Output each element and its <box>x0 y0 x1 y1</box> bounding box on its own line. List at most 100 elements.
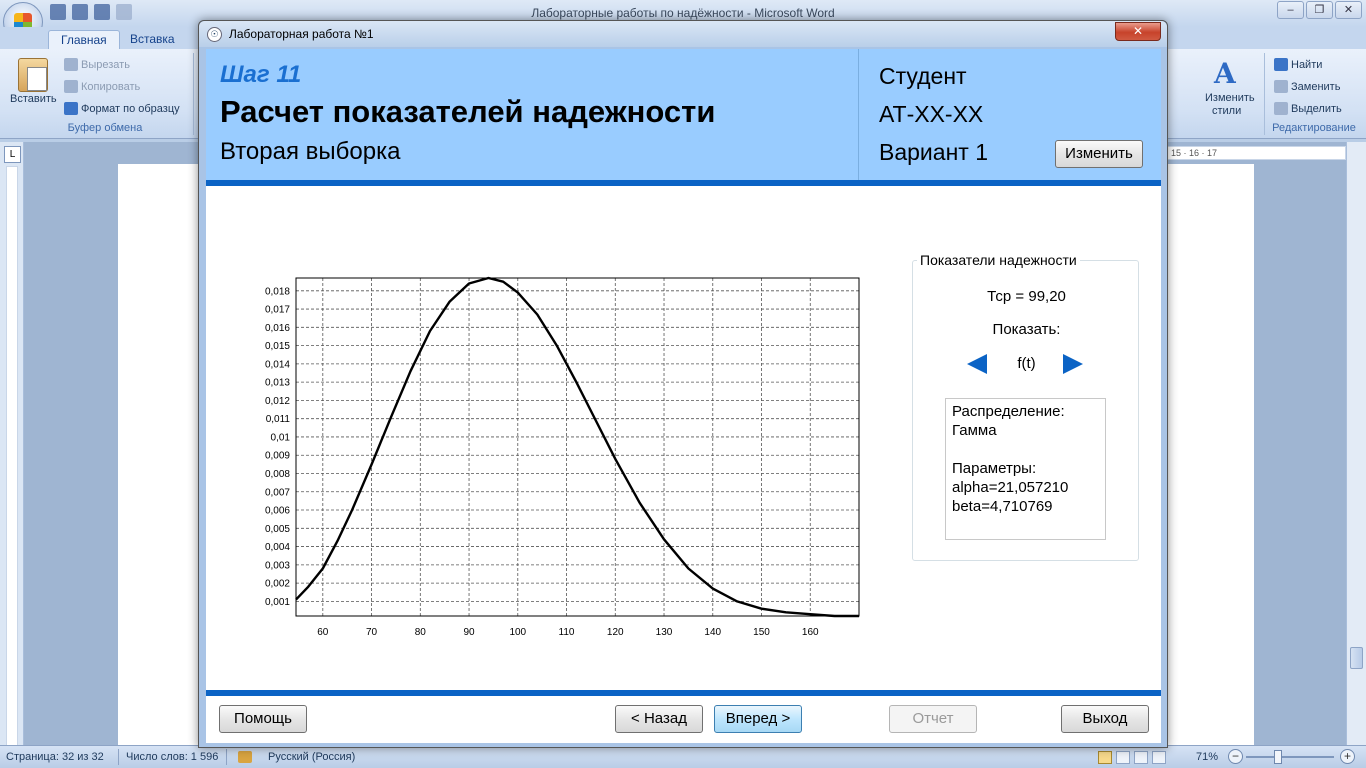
y-tick-label: 0,002 <box>265 579 290 590</box>
find-button[interactable]: Найти <box>1274 58 1322 71</box>
status-page[interactable]: Страница: 32 из 32 <box>6 751 104 763</box>
reliability-panel: Показатели надежности Тср = 99,20 Показа… <box>912 252 1139 561</box>
change-button[interactable]: Изменить <box>1055 140 1143 168</box>
ribbon-separator <box>193 53 194 135</box>
density-chart: 60 70 80 90 100 110 120 130 140 150 160 0,001 0,002 0… <box>265 276 860 638</box>
zoom-slider-thumb[interactable] <box>1274 750 1282 764</box>
x-tick-label: 100 <box>509 627 526 638</box>
copy-label: Копировать <box>81 81 141 93</box>
save-icon[interactable] <box>50 4 66 20</box>
format-painter-button[interactable]: Формат по образцу <box>64 102 180 115</box>
replace-button[interactable]: Заменить <box>1274 80 1340 93</box>
horizontal-ruler: 15 · 16 · 17 <box>1166 146 1346 160</box>
scrollbar-thumb[interactable] <box>1350 647 1363 669</box>
tab-insert[interactable]: Вставка <box>118 30 187 49</box>
spelling-icon[interactable] <box>116 4 132 20</box>
x-tick-label: 90 <box>463 627 475 638</box>
plot-area <box>296 278 859 616</box>
find-label: Найти <box>1291 59 1323 71</box>
view-buttons <box>1098 751 1178 765</box>
word-window-title: Лабораторные работы по надёжности - Micr… <box>531 6 835 20</box>
select-button[interactable]: Выделить <box>1274 102 1342 115</box>
y-tick-label: 0,013 <box>265 378 290 389</box>
quick-access-toolbar <box>50 4 132 20</box>
dialog-close-button[interactable]: ✕ <box>1115 22 1161 41</box>
restore-icon[interactable]: ❐ <box>1306 1 1333 19</box>
y-tick-label: 0,015 <box>265 341 290 352</box>
minimize-icon[interactable]: – <box>1277 1 1304 19</box>
copy-button[interactable]: Копировать <box>64 80 140 93</box>
student-label: Студент <box>879 63 967 89</box>
spellcheck-icon[interactable] <box>238 751 252 763</box>
change-styles-label-1: Изменить <box>1205 92 1255 104</box>
cursor-icon <box>1274 102 1288 115</box>
group-label: АТ-ХХ-ХХ <box>879 101 984 127</box>
cut-button[interactable]: Вырезать <box>64 58 130 71</box>
replace-label: Заменить <box>1291 81 1341 93</box>
lab-dialog: ☉ Лабораторная работа №1 ✕ Шаг 11 Расчет… <box>198 20 1168 748</box>
scissors-icon <box>64 58 78 71</box>
distribution-value: Гамма <box>952 422 997 439</box>
status-words[interactable]: Число слов: 1 596 <box>126 751 218 763</box>
help-button[interactable]: Помощь <box>219 705 307 733</box>
next-function-arrow-icon[interactable] <box>1063 354 1083 374</box>
back-button[interactable]: < Назад <box>615 705 703 733</box>
web-layout-icon[interactable] <box>1134 751 1148 764</box>
ribbon-separator <box>1264 53 1265 135</box>
header-divider <box>858 49 859 180</box>
close-icon[interactable]: ✕ <box>1335 1 1362 19</box>
status-zoom[interactable]: 71% <box>1196 751 1218 763</box>
zoom-out-icon[interactable]: − <box>1228 749 1243 764</box>
x-tick-label: 80 <box>415 627 427 638</box>
undo-icon[interactable] <box>72 4 88 20</box>
zoom-slider[interactable] <box>1246 756 1334 758</box>
tab-home[interactable]: Главная <box>48 30 120 49</box>
replace-icon <box>1274 80 1288 93</box>
change-styles-label-2: стили <box>1212 105 1242 117</box>
show-label: Показать: <box>992 321 1061 338</box>
dialog-title: Лабораторная работа №1 <box>229 27 374 41</box>
alpha-value: alpha=21,057210 <box>952 479 1069 496</box>
step-number: Шаг 11 <box>220 61 302 88</box>
outline-icon[interactable] <box>1152 751 1166 764</box>
editing-group-label: Редактирование <box>1272 122 1356 134</box>
paste-icon[interactable] <box>18 58 48 92</box>
format-painter-label: Формат по образцу <box>81 103 180 115</box>
zoom-in-icon[interactable]: + <box>1340 749 1355 764</box>
y-tick-label: 0,004 <box>265 542 290 553</box>
footer-divider-bar <box>206 690 1161 696</box>
y-tick-label: 0,011 <box>266 414 291 425</box>
paste-button[interactable]: Вставить <box>10 93 57 105</box>
y-tick-label: 0,012 <box>265 396 290 407</box>
y-tick-label: 0,017 <box>265 305 290 316</box>
binoculars-icon <box>1274 58 1288 71</box>
header-divider-bar <box>206 180 1161 186</box>
app-icon: ☉ <box>207 27 222 42</box>
report-button[interactable]: Отчет <box>889 705 977 733</box>
clipboard-group-label: Буфер обмена <box>67 122 143 134</box>
y-tick-label: 0,001 <box>265 597 290 608</box>
status-language[interactable]: Русский (Россия) <box>268 751 355 763</box>
ruler-toggle-icon[interactable]: L <box>4 146 21 163</box>
dialog-titlebar[interactable]: ☉ Лабораторная работа №1 ✕ <box>199 21 1167 47</box>
x-tick-label: 120 <box>607 627 624 638</box>
print-layout-icon[interactable] <box>1098 751 1112 764</box>
reading-layout-icon[interactable] <box>1116 751 1130 764</box>
y-tick-label: 0,016 <box>265 323 290 334</box>
panel-legend: Показатели надежности <box>917 252 1080 268</box>
select-label: Выделить <box>1291 103 1342 115</box>
variant-label: Вариант 1 <box>879 139 988 165</box>
redo-icon[interactable] <box>94 4 110 20</box>
status-separator <box>118 749 119 765</box>
status-bar: Страница: 32 из 32 Число слов: 1 596 Рус… <box>0 745 1366 768</box>
y-tick-label: 0,007 <box>265 487 290 498</box>
next-button[interactable]: Вперед > <box>714 705 802 733</box>
x-tick-label: 140 <box>704 627 721 638</box>
beta-value: beta=4,710769 <box>952 498 1053 515</box>
vertical-scrollbar[interactable] <box>1346 142 1366 745</box>
change-styles-icon[interactable]: A <box>1214 57 1248 91</box>
exit-button[interactable]: Выход <box>1061 705 1149 733</box>
function-name: f(t) <box>1017 355 1036 372</box>
step-header: Шаг 11 Расчет показателей надежности Вто… <box>206 49 1161 180</box>
x-tick-label: 150 <box>753 627 770 638</box>
